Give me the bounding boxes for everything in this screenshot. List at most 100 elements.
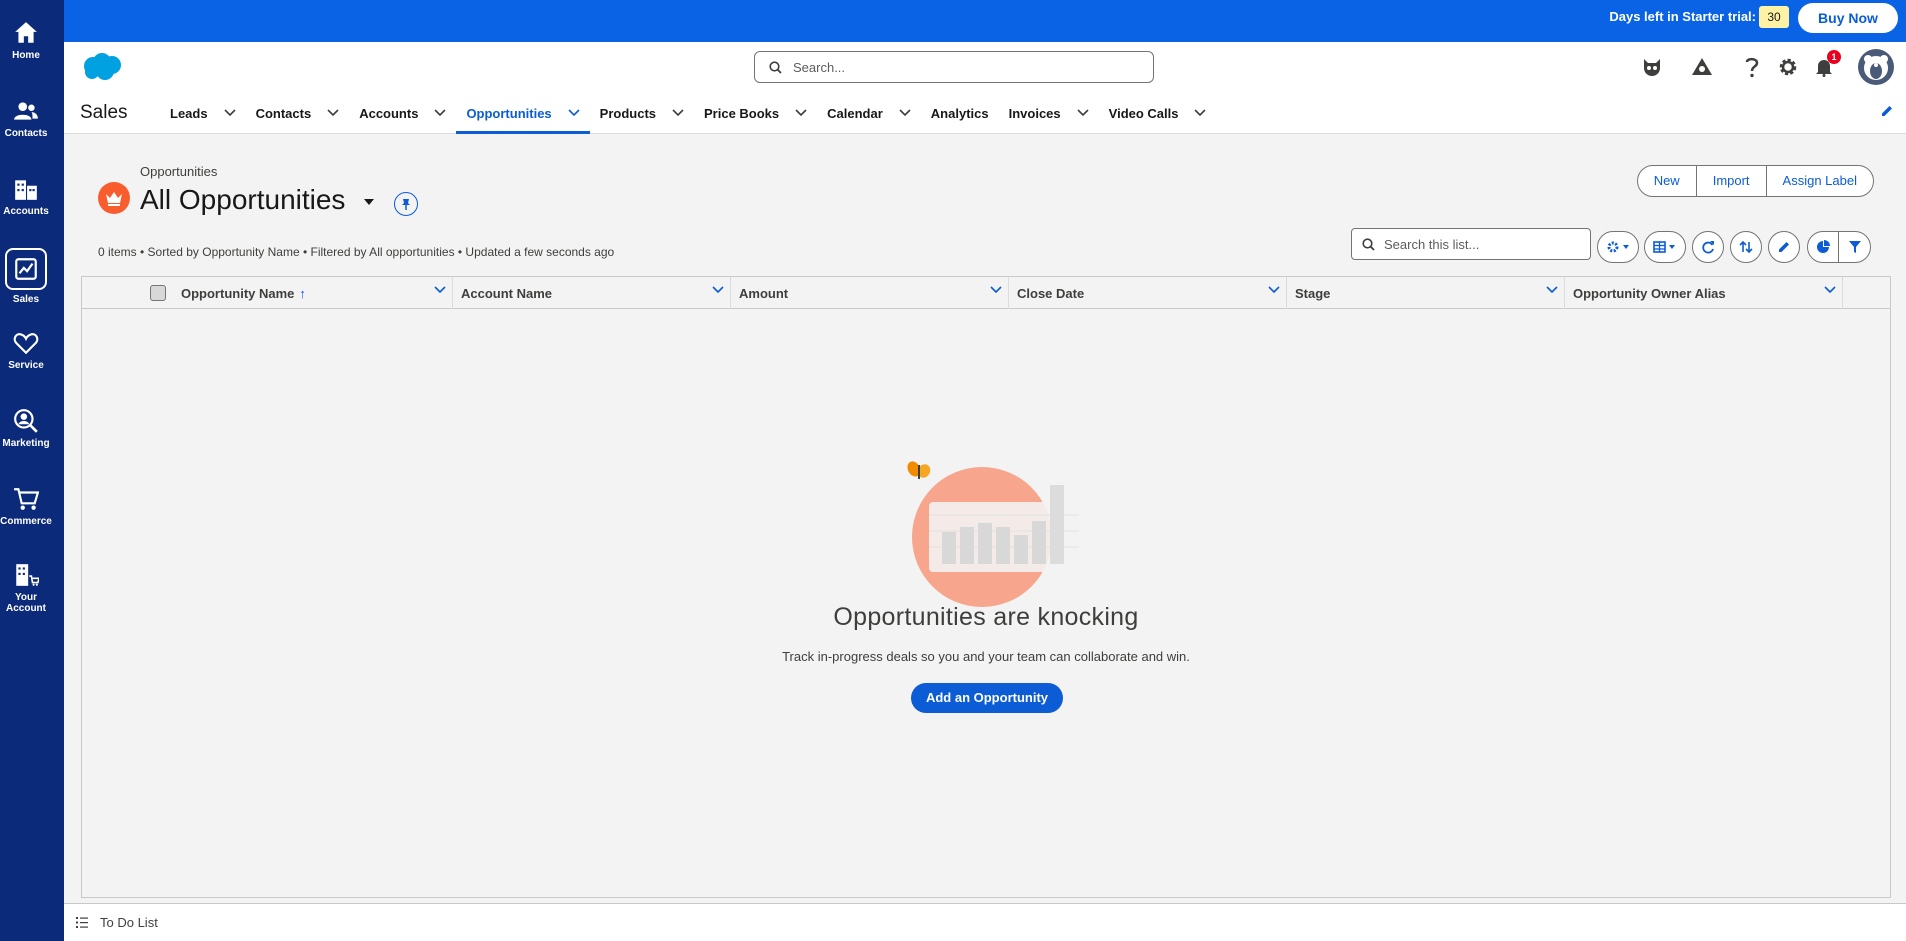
nav-tab-label: Opportunities (466, 105, 552, 121)
rail-item-home[interactable]: Home (0, 20, 52, 61)
rail-item-sales[interactable]: Sales (0, 248, 52, 305)
chevron-down-icon[interactable] (672, 109, 684, 117)
rail-item-accounts[interactable]: Accounts (0, 176, 52, 217)
nav-tab-invoices[interactable]: Invoices (999, 92, 1099, 134)
trailhead-icon[interactable] (1690, 55, 1714, 79)
nav-tab-leads[interactable]: Leads (160, 92, 246, 134)
chevron-down-icon[interactable] (1824, 286, 1836, 294)
list-search-placeholder: Search this list... (1384, 237, 1480, 252)
nav-tab-contacts[interactable]: Contacts (246, 92, 350, 134)
butterfly-icon (907, 461, 931, 479)
rail-item-contacts[interactable]: Contacts (0, 98, 52, 139)
column-header-amount[interactable]: Amount (731, 277, 1009, 309)
nav-tab-label: Analytics (930, 105, 989, 121)
nav-tab-video-calls[interactable]: Video Calls (1099, 92, 1217, 134)
chevron-down-icon[interactable] (327, 109, 339, 117)
nav-tab-opportunities[interactable]: Opportunities (456, 92, 590, 134)
trial-banner: Days left in Starter trial: 30 Buy Now (64, 0, 1906, 42)
nav-tab-label: Accounts (359, 105, 419, 121)
rail-item-commerce[interactable]: Commerce (0, 486, 52, 527)
column-header-opportunity-name[interactable]: Opportunity Name ↑ (173, 277, 453, 309)
filter-button[interactable] (1839, 232, 1870, 262)
pin-icon (402, 199, 410, 210)
rail-item-your-account[interactable]: Your Account (0, 562, 52, 614)
list-search-input[interactable]: Search this list... (1351, 228, 1591, 260)
chevron-down-icon[interactable] (795, 109, 807, 117)
display-as-button[interactable] (1644, 231, 1686, 263)
column-header-stage[interactable]: Stage (1287, 277, 1565, 309)
chevron-down-icon[interactable] (990, 286, 1002, 294)
nav-tab-label: Products (599, 105, 656, 121)
edit-nav-pencil-icon[interactable] (1880, 104, 1894, 118)
list-view-switcher-icon[interactable] (363, 198, 375, 206)
column-header-account-name[interactable]: Account Name (453, 277, 731, 309)
chevron-down-icon[interactable] (1194, 109, 1207, 117)
search-icon (769, 61, 782, 74)
nav-tab-calendar[interactable]: Calendar (817, 92, 921, 134)
chevron-down-icon[interactable] (434, 286, 446, 294)
list-view-meta: 0 items • Sorted by Opportunity Name • F… (98, 245, 615, 259)
rail-label-home: Home (12, 50, 40, 61)
todo-list-button[interactable]: To Do List (76, 915, 158, 930)
chevron-down-icon[interactable] (1077, 109, 1089, 117)
select-all-checkbox[interactable] (150, 285, 166, 301)
notifications-bell-icon[interactable]: 1 (1812, 50, 1841, 79)
gear-icon[interactable] (1776, 55, 1800, 79)
global-search-input[interactable]: Search... (754, 51, 1154, 83)
home-icon (15, 22, 37, 43)
nav-tabs: Leads Contacts Accounts Opportunities Pr… (160, 92, 1216, 134)
user-avatar[interactable] (1858, 49, 1894, 85)
column-label: Opportunity Owner Alias (1573, 286, 1726, 301)
show-charts-button[interactable] (1808, 232, 1840, 262)
building-icon (15, 180, 37, 200)
app-name: Sales (80, 102, 128, 123)
column-label: Account Name (461, 286, 553, 301)
help-icon[interactable] (1740, 55, 1764, 79)
salesforce-logo[interactable] (80, 52, 124, 82)
chevron-down-icon[interactable] (434, 109, 447, 117)
nav-tab-analytics[interactable]: Analytics (921, 92, 999, 134)
object-breadcrumb[interactable]: Opportunities (140, 164, 217, 179)
chevron-down-icon[interactable] (568, 109, 580, 117)
nav-tab-label: Price Books (704, 105, 780, 121)
rail-label-commerce: Commerce (0, 516, 52, 527)
list-actions-button-group: New Import Assign Label (1636, 165, 1874, 197)
rail-item-marketing[interactable]: Marketing (0, 408, 52, 449)
empty-state-title: Opportunities are knocking (833, 603, 1139, 631)
new-button[interactable]: New (1636, 165, 1697, 197)
sort-arrows-icon (1739, 240, 1753, 254)
import-button[interactable]: Import (1695, 165, 1767, 197)
chart-filter-group (1807, 231, 1871, 263)
list-view-title[interactable]: All Opportunities (140, 184, 345, 216)
sort-button[interactable] (1730, 231, 1762, 263)
column-header-owner-alias[interactable]: Opportunity Owner Alias (1565, 277, 1843, 309)
list-settings-button[interactable] (1597, 231, 1639, 263)
empty-state-illustration (907, 461, 1079, 607)
assign-label-button[interactable]: Assign Label (1765, 165, 1874, 197)
nav-tab-price-books[interactable]: Price Books (694, 92, 817, 134)
chevron-down-icon[interactable] (1546, 286, 1558, 294)
chevron-down-icon[interactable] (224, 109, 236, 117)
list-view-header: Opportunities All Opportunities 0 items … (80, 150, 1890, 270)
bear-avatar-icon (1864, 55, 1888, 80)
column-label: Amount (739, 286, 789, 301)
chevron-down-icon[interactable] (712, 286, 724, 294)
rail-label-account: Account (6, 603, 46, 614)
rail-label-accounts: Accounts (3, 206, 49, 217)
add-opportunity-button[interactable]: Add an Opportunity (911, 683, 1063, 713)
nav-tab-accounts[interactable]: Accounts (349, 92, 456, 134)
rail-label-service: Service (8, 360, 44, 371)
rail-item-service[interactable]: Service (0, 330, 52, 371)
chevron-down-icon[interactable] (899, 109, 911, 117)
pin-list-view-button[interactable] (394, 192, 418, 216)
refresh-button[interactable] (1692, 231, 1724, 263)
inline-edit-button[interactable] (1768, 231, 1800, 263)
chevron-down-icon[interactable] (1268, 286, 1280, 294)
nav-tab-label: Calendar (827, 105, 883, 121)
nav-tab-products[interactable]: Products (590, 92, 694, 134)
einstein-icon[interactable] (1640, 55, 1664, 79)
empty-state-subtitle: Track in-progress deals so you and your … (782, 649, 1190, 664)
refresh-icon (1702, 241, 1714, 254)
buy-now-button[interactable]: Buy Now (1798, 3, 1898, 33)
column-header-close-date[interactable]: Close Date (1009, 277, 1287, 309)
